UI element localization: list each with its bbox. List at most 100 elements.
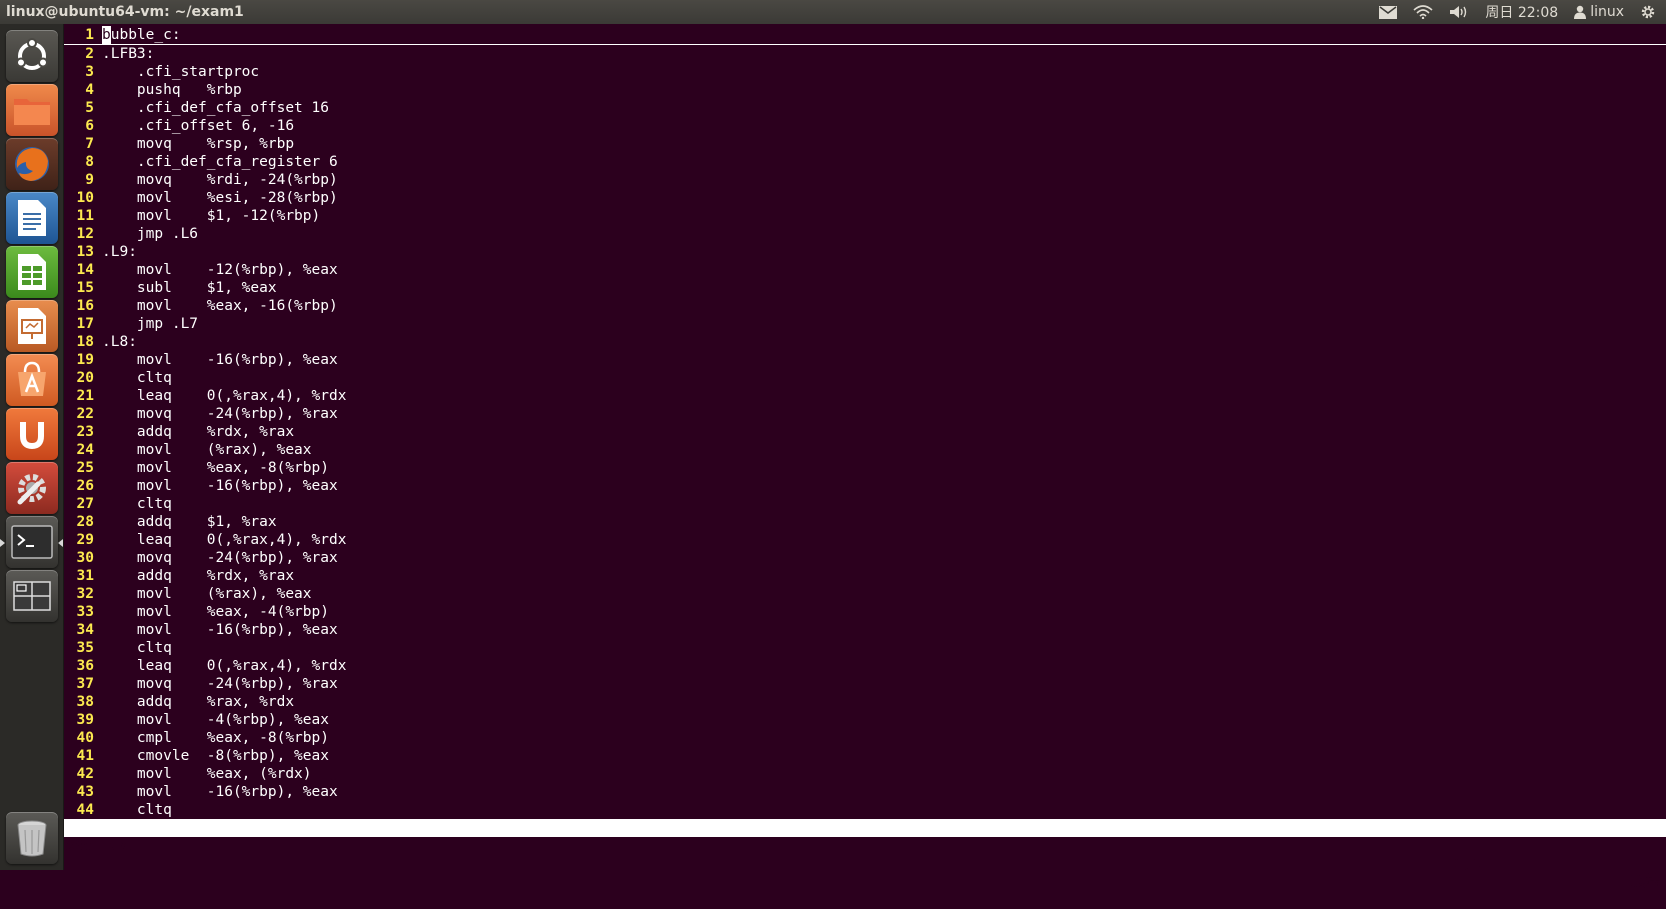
code-line[interactable]: 15 subl $1, %eax <box>64 279 1666 297</box>
code-line[interactable]: 9 movq %rdi, -24(%rbp) <box>64 171 1666 189</box>
code-line[interactable]: 42 movl %eax, (%rdx) <box>64 765 1666 783</box>
code-line[interactable]: 35 cltq <box>64 639 1666 657</box>
system-settings-launcher[interactable] <box>6 462 58 514</box>
line-number: 27 <box>76 496 94 512</box>
code-line[interactable]: 13 .L9: <box>64 243 1666 261</box>
code-line[interactable]: 25 movl %eax, -8(%rbp) <box>64 459 1666 477</box>
line-number: 44 <box>76 802 94 818</box>
code-line[interactable]: 38 addq %rax, %rdx <box>64 693 1666 711</box>
line-text: subl $1, %eax <box>102 280 277 296</box>
code-line[interactable]: 43 movl -16(%rbp), %eax <box>64 783 1666 801</box>
line-text: movl %esi, -28(%rbp) <box>102 190 338 206</box>
line-number: 30 <box>76 550 94 566</box>
code-line[interactable]: 37 movq -24(%rbp), %rax <box>64 675 1666 693</box>
code-line[interactable]: 14 movl -12(%rbp), %eax <box>64 261 1666 279</box>
terminal-window[interactable]: 1 b ubble_c: 2 .LFB3: 3 .cfi_startproc 4 pushq… <box>64 24 1666 890</box>
code-line[interactable]: 24 movl (%rax), %eax <box>64 441 1666 459</box>
code-line[interactable]: 1 b ubble_c: <box>64 26 1666 45</box>
line-text: cmovle -8(%rbp), %eax <box>102 748 329 764</box>
line-number: 35 <box>76 640 94 656</box>
code-line[interactable]: 19 movl -16(%rbp), %eax <box>64 351 1666 369</box>
code-line[interactable]: 22 movq -24(%rbp), %rax <box>64 405 1666 423</box>
line-number: 39 <box>76 712 94 728</box>
code-line[interactable]: 33 movl %eax, -4(%rbp) <box>64 603 1666 621</box>
code-line[interactable]: 23 addq %rdx, %rax <box>64 423 1666 441</box>
line-number: 12 <box>76 226 94 242</box>
clock[interactable]: 周日 22:08 <box>1485 2 1558 22</box>
line-number: 18 <box>76 334 94 350</box>
workspace-switcher-launcher[interactable] <box>6 570 58 622</box>
user-menu[interactable]: linux <box>1574 4 1624 20</box>
user-icon <box>1574 5 1587 19</box>
code-line[interactable]: 5 .cfi_def_cfa_offset 16 <box>64 99 1666 117</box>
folder-icon <box>14 99 50 125</box>
code-line[interactable]: 41 cmovle -8(%rbp), %eax <box>64 747 1666 765</box>
line-text: movl -4(%rbp), %eax <box>102 712 329 728</box>
code-line[interactable]: 29 leaq 0(,%rax,4), %rdx <box>64 531 1666 549</box>
code-line[interactable]: 20 cltq <box>64 369 1666 387</box>
calc-launcher[interactable] <box>6 246 58 298</box>
line-text: leaq 0(,%rax,4), %rdx <box>102 532 347 548</box>
code-line[interactable]: 11 movl $1, -12(%rbp) <box>64 207 1666 225</box>
code-line[interactable]: 3 .cfi_startproc <box>64 63 1666 81</box>
ubuntu-one-launcher[interactable] <box>6 408 58 460</box>
code-line[interactable]: 34 movl -16(%rbp), %eax <box>64 621 1666 639</box>
line-number: 20 <box>76 370 94 386</box>
trash-launcher[interactable] <box>6 812 58 864</box>
mail-icon[interactable] <box>1379 5 1398 19</box>
code-line[interactable]: 32 movl (%rax), %eax <box>64 585 1666 603</box>
code-line[interactable]: 17 jmp .L7 <box>64 315 1666 333</box>
code-line[interactable]: 21 leaq 0(,%rax,4), %rdx <box>64 387 1666 405</box>
line-number: 26 <box>76 478 94 494</box>
session-gear-icon[interactable] <box>1640 4 1656 20</box>
ubuntu-logo-icon <box>16 38 48 70</box>
line-text: movl -16(%rbp), %eax <box>102 352 338 368</box>
terminal-launcher[interactable] <box>6 516 58 568</box>
code-line[interactable]: 2 .LFB3: <box>64 45 1666 63</box>
dash-home-button[interactable] <box>6 30 58 82</box>
writer-launcher[interactable] <box>6 192 58 244</box>
code-line[interactable]: 40 cmpl %eax, -8(%rbp) <box>64 729 1666 747</box>
code-line[interactable]: 16 movl %eax, -16(%rbp) <box>64 297 1666 315</box>
top-panel: linux@ubuntu64-vm: ~/exam1 周日 22:08 linu… <box>0 0 1666 24</box>
line-text: movl %eax, -8(%rbp) <box>102 460 329 476</box>
line-text: jmp .L6 <box>102 226 199 242</box>
wifi-icon[interactable] <box>1413 5 1433 19</box>
impress-launcher[interactable] <box>6 300 58 352</box>
code-line[interactable]: 27 cltq <box>64 495 1666 513</box>
code-line[interactable]: 7 movq %rsp, %rbp <box>64 135 1666 153</box>
line-number: 17 <box>76 316 94 332</box>
line-number: 38 <box>76 694 94 710</box>
code-line[interactable]: 26 movl -16(%rbp), %eax <box>64 477 1666 495</box>
line-number: 13 <box>76 244 94 260</box>
code-line[interactable]: 8 .cfi_def_cfa_register 6 <box>64 153 1666 171</box>
vim-buffer[interactable]: 1 b ubble_c: 2 .LFB3: 3 .cfi_startproc 4 pushq… <box>64 26 1666 819</box>
code-line[interactable]: 28 addq $1, %rax <box>64 513 1666 531</box>
vim-status-bar: x861.txt 1,1 顶端 <box>64 819 1666 890</box>
code-line[interactable]: 31 addq %rdx, %rax <box>64 567 1666 585</box>
code-line[interactable]: 18 .L8: <box>64 333 1666 351</box>
line-number: 4 <box>85 82 94 98</box>
code-line[interactable]: 10 movl %esi, -28(%rbp) <box>64 189 1666 207</box>
code-line[interactable]: 30 movq -24(%rbp), %rax <box>64 549 1666 567</box>
line-number: 22 <box>76 406 94 422</box>
status-filename: x861.txt <box>66 838 136 854</box>
line-number: 6 <box>85 118 94 134</box>
files-launcher[interactable] <box>6 84 58 136</box>
code-line[interactable]: 6 .cfi_offset 6, -16 <box>64 117 1666 135</box>
code-line[interactable]: 36 leaq 0(,%rax,4), %rdx <box>64 657 1666 675</box>
volume-icon[interactable] <box>1449 5 1469 19</box>
firefox-launcher[interactable] <box>6 138 58 190</box>
line-text: .cfi_def_cfa_offset 16 <box>102 100 329 116</box>
software-center-launcher[interactable] <box>6 354 58 406</box>
line-text: jmp .L7 <box>102 316 199 332</box>
line-text: movq %rdi, -24(%rbp) <box>102 172 338 188</box>
code-line[interactable]: 44 cltq <box>64 801 1666 819</box>
line-text: .cfi_def_cfa_register 6 <box>102 154 338 170</box>
line-text: addq %rdx, %rax <box>102 568 295 584</box>
system-tray: 周日 22:08 linux <box>1379 2 1660 22</box>
code-line[interactable]: 12 jmp .L6 <box>64 225 1666 243</box>
code-line[interactable]: 4 pushq %rbp <box>64 81 1666 99</box>
software-center-icon <box>18 361 46 396</box>
code-line[interactable]: 39 movl -4(%rbp), %eax <box>64 711 1666 729</box>
